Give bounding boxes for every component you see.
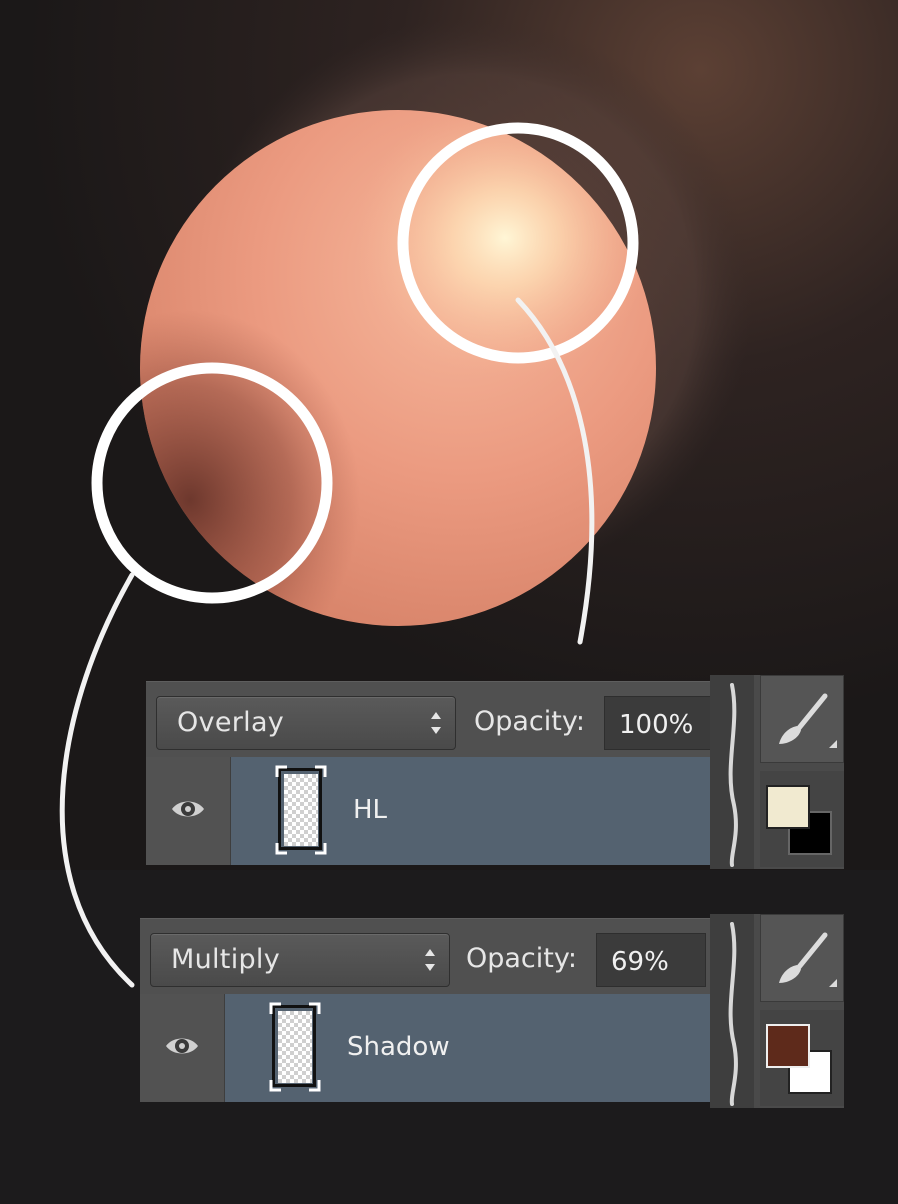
layer-thumbnail [275,765,327,855]
visibility-toggle[interactable] [140,994,225,1102]
layer-name: Shadow [347,1032,450,1062]
chevron-updown-icon [425,949,435,971]
blend-mode-dropdown[interactable]: Multiply [150,933,450,987]
opacity-input[interactable]: 69% [596,933,706,987]
opacity-value: 100% [619,710,694,740]
foreground-color-swatch[interactable] [766,1024,810,1068]
eye-icon [172,801,204,817]
opacity-label: Opacity: [474,706,585,737]
visibility-toggle[interactable] [146,757,231,865]
layer-row-hl: HL [146,757,712,865]
layer-row-shadow: Shadow [140,994,712,1102]
tool-sidebar-2 [710,914,844,1108]
tool-sidebar-1 [710,675,844,869]
panel-resize-strip[interactable] [710,914,754,1108]
layer-thumbnail [269,1002,321,1092]
blend-mode-value: Overlay [177,707,285,738]
opacity-input[interactable]: 100% [604,696,712,750]
foreground-color-swatch[interactable] [766,785,810,829]
brush-icon [779,693,837,748]
eye-icon [166,1038,198,1054]
chevron-updown-icon [431,712,441,734]
thumbnail-corner-brackets [269,1002,321,1092]
layer-options-bar: Overlay Opacity: 100% [146,681,712,757]
layer-panel-hl: Overlay Opacity: 100% HL [146,681,712,865]
blend-mode-value: Multiply [171,944,281,975]
color-swatches[interactable] [760,771,844,867]
layer-options-bar: Multiply Opacity: 69% [140,918,712,994]
color-swatches[interactable] [760,1010,844,1106]
thumbnail-corner-brackets [275,765,327,855]
layer-panel-shadow: Multiply Opacity: 69% Shadow [140,918,712,1102]
panel-resize-strip[interactable] [710,675,754,869]
layer-hl[interactable]: HL [231,757,712,865]
opacity-label: Opacity: [466,943,577,974]
layer-shadow[interactable]: Shadow [225,994,712,1102]
brush-tool-button[interactable] [760,914,844,1002]
opacity-value: 69% [611,947,669,977]
brush-tool-button[interactable] [760,675,844,763]
brush-icon [779,932,837,987]
layer-name: HL [353,795,388,825]
blend-mode-dropdown[interactable]: Overlay [156,696,456,750]
